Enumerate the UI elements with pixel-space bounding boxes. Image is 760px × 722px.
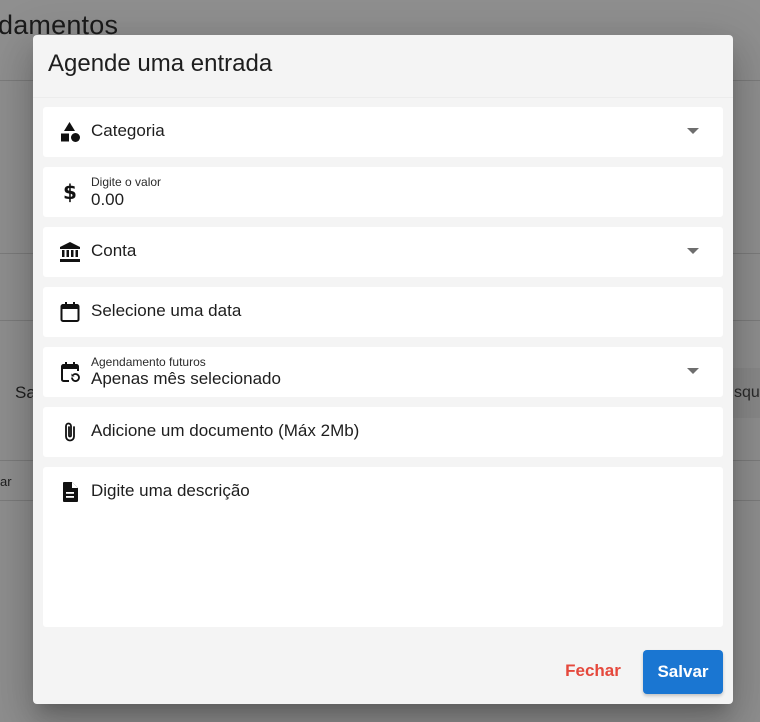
schedule-entry-dialog: Agende uma entrada Categoria $ Digite o … bbox=[33, 35, 733, 704]
amount-field[interactable]: $ Digite o valor 0.00 bbox=[43, 167, 723, 217]
bank-icon bbox=[58, 240, 82, 264]
background-text-fragment: squ bbox=[734, 384, 760, 401]
description-textarea[interactable]: Digite uma descrição bbox=[43, 467, 723, 627]
calendar-repeat-icon bbox=[58, 360, 82, 384]
date-field[interactable]: Selecione uma data bbox=[43, 287, 723, 337]
dialog-title: Agende uma entrada bbox=[48, 50, 273, 77]
dialog-header-divider bbox=[33, 97, 733, 98]
account-label: Conta bbox=[91, 241, 137, 260]
future-schedule-label: Agendamento futuros bbox=[91, 355, 206, 369]
document-upload-field[interactable]: Adicione um documento (Máx 2Mb) bbox=[43, 407, 723, 457]
description-placeholder: Digite uma descrição bbox=[91, 481, 250, 500]
background-text-fragment: ar bbox=[0, 474, 12, 489]
chevron-down-icon bbox=[687, 248, 699, 254]
account-select[interactable]: Conta bbox=[43, 227, 723, 277]
paperclip-icon bbox=[58, 420, 82, 444]
amount-label: Digite o valor bbox=[91, 175, 162, 189]
close-button[interactable]: Fechar bbox=[553, 649, 633, 693]
document-label: Adicione um documento (Máx 2Mb) bbox=[91, 421, 360, 440]
future-schedule-select[interactable]: Agendamento futuros Apenas mês seleciona… bbox=[43, 347, 723, 397]
future-schedule-value: Apenas mês selecionado bbox=[91, 369, 281, 388]
category-shapes-icon bbox=[58, 120, 82, 144]
chevron-down-icon bbox=[687, 128, 699, 134]
chevron-down-icon bbox=[687, 368, 699, 374]
dollar-icon: $ bbox=[58, 180, 82, 204]
calendar-icon bbox=[58, 300, 82, 324]
category-select[interactable]: Categoria bbox=[43, 107, 723, 157]
category-label: Categoria bbox=[91, 121, 165, 140]
svg-text:$: $ bbox=[63, 180, 77, 204]
amount-value[interactable]: 0.00 bbox=[91, 190, 124, 210]
date-label: Selecione uma data bbox=[91, 301, 242, 320]
document-icon bbox=[58, 480, 82, 504]
save-button[interactable]: Salvar bbox=[643, 650, 723, 694]
